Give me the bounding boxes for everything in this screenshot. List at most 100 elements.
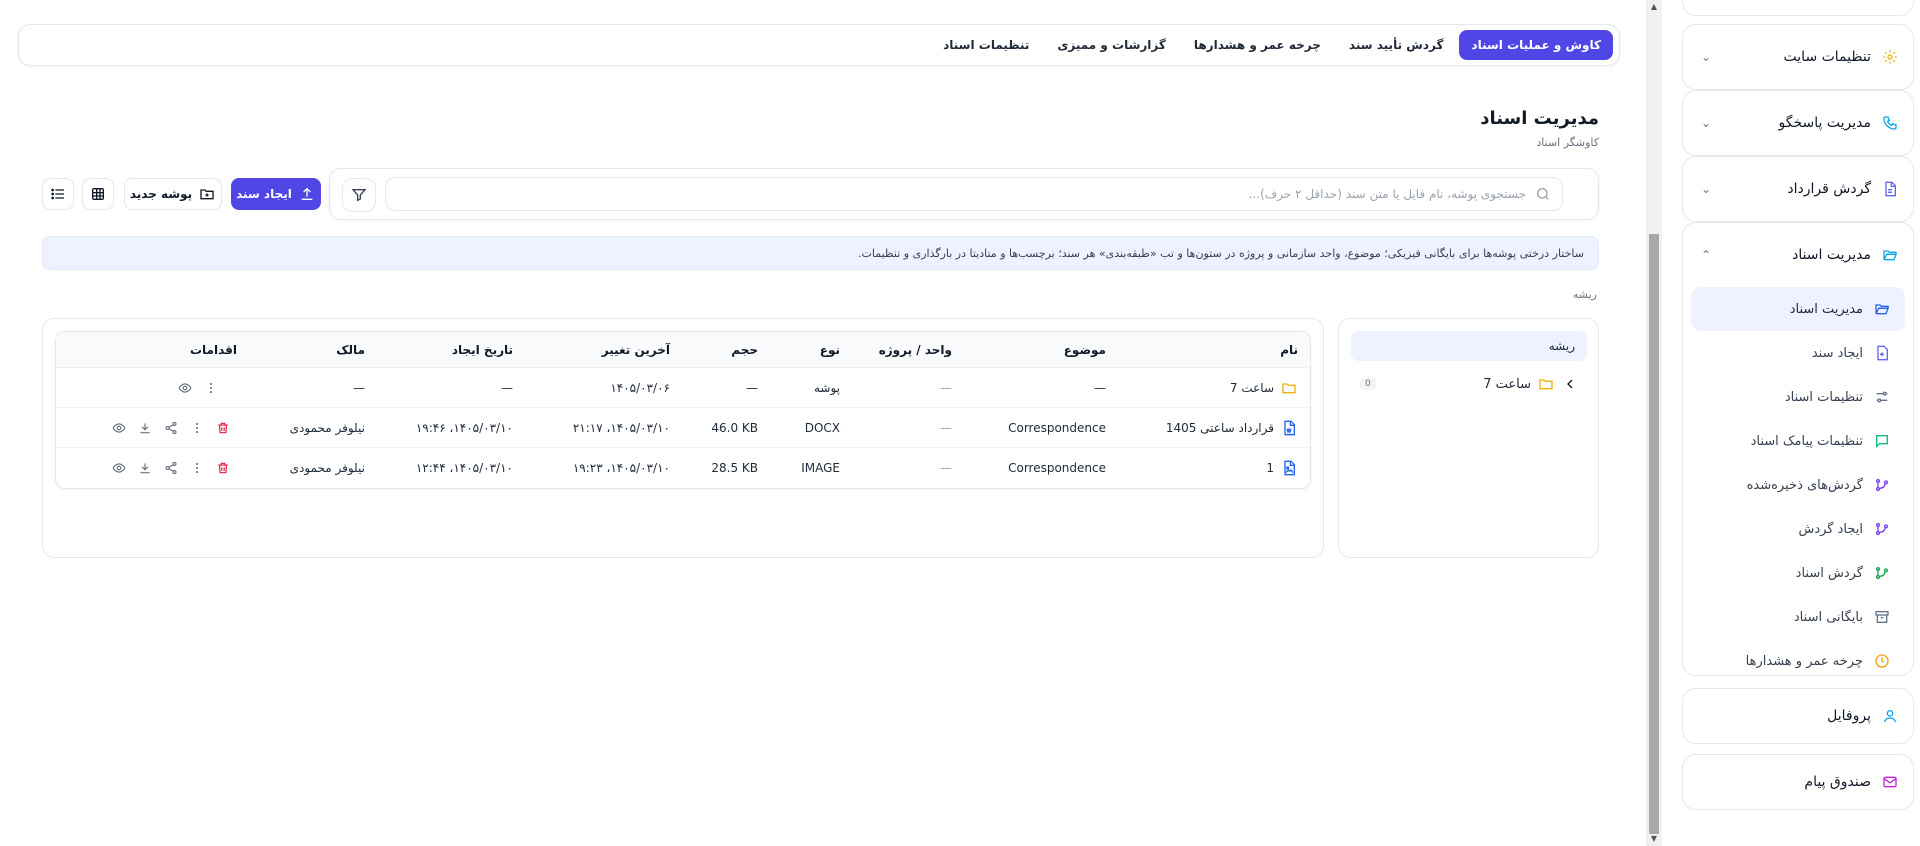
row-owner: نیلوفر محمودی [289, 461, 365, 475]
eye-icon[interactable] [110, 419, 128, 437]
row-name[interactable]: 1 [1266, 448, 1298, 488]
row-name[interactable]: ساعت 7 [1230, 368, 1298, 407]
sidebar-site-settings[interactable]: تنظیمات سایت ⌄ [1682, 24, 1914, 90]
row-actions [110, 448, 232, 488]
row-name-label: ساعت 7 [1229, 380, 1274, 395]
sidebar: تنظیمات سایت ⌄ مدیریت پاسخگو ⌄ گردش قرار… [1658, 0, 1920, 846]
sidebar-item-doc-flow[interactable]: گردش اسناد [1691, 551, 1905, 595]
filter-icon [350, 186, 368, 204]
table-row[interactable]: ساعت 7 — — پوشه — ۱۴۰۵/۰۳/۰۶ — — [56, 368, 1310, 408]
col-created[interactable]: تاریخ ایجاد [452, 332, 513, 367]
sidebar-item-label: ایجاد گردش [1798, 521, 1863, 537]
trash-icon[interactable] [214, 419, 232, 437]
sidebar-inbox[interactable]: صندوق پیام [1682, 754, 1914, 810]
row-name[interactable]: قرارداد ساعتی 1405 [1166, 408, 1298, 447]
sidebar-item-label: گردش اسناد [1795, 565, 1863, 581]
sidebar-label: مدیریت اسناد [1792, 247, 1871, 263]
share-icon[interactable] [162, 419, 180, 437]
tree-item[interactable]: ساعت 7 0 [1351, 369, 1587, 399]
chevron-down-icon[interactable]: ⌄ [1697, 182, 1715, 196]
tree-root[interactable]: ریشه [1351, 331, 1587, 361]
breadcrumb[interactable]: ریشه [1573, 288, 1597, 301]
download-icon[interactable] [136, 459, 154, 477]
search-input[interactable] [396, 187, 1526, 201]
chevron-left-icon[interactable] [1561, 375, 1579, 393]
col-type[interactable]: نوع [820, 332, 840, 367]
list-icon [49, 185, 67, 203]
sidebar-item-label: تنظیمات اسناد [1784, 389, 1863, 405]
create-doc-button[interactable]: ایجاد سند [231, 178, 321, 210]
row-subject: — [1094, 380, 1106, 395]
tree-item-count: 0 [1359, 378, 1377, 390]
row-modified: ۱۴۰۵/۰۳/۱۰، ۱۹:۲۳ [572, 461, 670, 475]
documents-table: نام موضوع واحد / پروژه نوع حجم آخرین تغی… [55, 331, 1311, 489]
sidebar-item-archive[interactable]: بایگانی اسناد [1691, 595, 1905, 639]
tree-item-label: ساعت 7 [1483, 376, 1531, 392]
tab-settings[interactable]: تنظیمات اسناد [931, 30, 1041, 60]
col-name[interactable]: نام [1280, 332, 1298, 367]
col-unit[interactable]: واحد / پروژه [879, 332, 952, 367]
gear-icon [1881, 48, 1899, 66]
sidebar-item-saved-flows[interactable]: گردش‌های ذخیره‌شده [1691, 463, 1905, 507]
tab-explore[interactable]: کاوش و عملیات اسناد [1459, 30, 1613, 60]
share-icon[interactable] [162, 459, 180, 477]
row-size: — [746, 380, 758, 395]
sidebar-doc-mgmt: مدیریت اسناد ⌃ مدیریت اسناد ایجاد سند تن… [1682, 222, 1914, 676]
col-subject[interactable]: موضوع [1064, 332, 1106, 367]
more-icon[interactable] [202, 379, 220, 397]
sidebar-item-create-flow[interactable]: ایجاد گردش [1691, 507, 1905, 551]
trash-icon[interactable] [214, 459, 232, 477]
chevron-down-icon[interactable]: ⌄ [1697, 116, 1715, 130]
row-modified: ۱۴۰۵/۰۳/۱۰، ۲۱:۱۷ [572, 420, 670, 435]
user-icon [1881, 707, 1899, 725]
tab-reports[interactable]: گزارشات و ممیزی [1045, 30, 1177, 60]
row-type: IMAGE [801, 461, 840, 475]
table-row[interactable]: قرارداد ساعتی 1405 Correspondence — DOCX… [56, 408, 1310, 448]
eye-icon[interactable] [110, 459, 128, 477]
sidebar-item-label: چرخه عمر و هشدارها [1745, 653, 1863, 669]
chevron-down-icon[interactable]: ⌄ [1697, 50, 1715, 64]
grid-view-button[interactable] [82, 178, 114, 210]
sliders-icon [1873, 388, 1891, 406]
sidebar-responder[interactable]: مدیریت پاسخگو ⌄ [1682, 90, 1914, 156]
sidebar-item-doc-settings[interactable]: تنظیمات اسناد [1691, 375, 1905, 419]
col-actions: اقدامات [189, 342, 237, 357]
upload-icon [298, 185, 316, 203]
download-icon[interactable] [136, 419, 154, 437]
eye-icon[interactable] [176, 379, 194, 397]
workflow-icon [1873, 520, 1891, 538]
sidebar-contract-flow[interactable]: گردش قرارداد ⌄ [1682, 156, 1914, 222]
col-modified[interactable]: آخرین تغییر [602, 332, 670, 367]
chevron-up-icon[interactable]: ⌃ [1697, 248, 1715, 262]
row-type: پوشه [813, 380, 840, 395]
create-doc-label: ایجاد سند [236, 187, 292, 201]
info-banner: ساختار درختی پوشه‌ها برای بایگانی فیزیکی… [42, 236, 1599, 270]
phone-icon [1881, 114, 1899, 132]
sidebar-item-sms-settings[interactable]: تنظیمات پیامک اسناد [1691, 419, 1905, 463]
col-owner[interactable]: مالک [336, 332, 365, 367]
row-created: ۱۴۰۵/۰۳/۱۰، ۱۲:۴۴ [415, 461, 513, 475]
new-folder-button[interactable]: پوشه جدید [124, 178, 222, 210]
sidebar-item-create-doc[interactable]: ایجاد سند [1691, 331, 1905, 375]
table-row[interactable]: 1 Correspondence — IMAGE 28.5 KB ۱۴۰۵/۰۳… [56, 448, 1310, 488]
sidebar-item-label: تنظیمات پیامک اسناد [1750, 433, 1863, 449]
more-icon[interactable] [188, 459, 206, 477]
more-icon[interactable] [188, 419, 206, 437]
sidebar-item-doc-mgmt[interactable]: مدیریت اسناد [1691, 287, 1905, 331]
sidebar-item-label: بایگانی اسناد [1793, 609, 1863, 625]
row-actions [110, 408, 232, 447]
search-box [385, 177, 1563, 211]
row-name-label: قرارداد ساعتی 1405 [1165, 420, 1274, 435]
sidebar-doc-mgmt-header[interactable]: مدیریت اسناد ⌃ [1683, 223, 1913, 287]
row-subject: Correspondence [1008, 420, 1106, 435]
filter-button[interactable] [342, 178, 376, 212]
row-owner: نیلوفر محمودی [289, 420, 365, 435]
tab-lifecycle[interactable]: چرخه عمر و هشدارها [1182, 30, 1333, 60]
col-size[interactable]: حجم [731, 332, 758, 367]
new-folder-label: پوشه جدید [129, 187, 193, 201]
sidebar-item-lifecycle[interactable]: چرخه عمر و هشدارها [1691, 639, 1905, 683]
list-view-button[interactable] [42, 178, 74, 210]
sidebar-profile[interactable]: پروفایل [1682, 688, 1914, 744]
tab-approval-flow[interactable]: گردش تأیید سند [1337, 30, 1456, 60]
row-size: 28.5 KB [711, 461, 758, 475]
